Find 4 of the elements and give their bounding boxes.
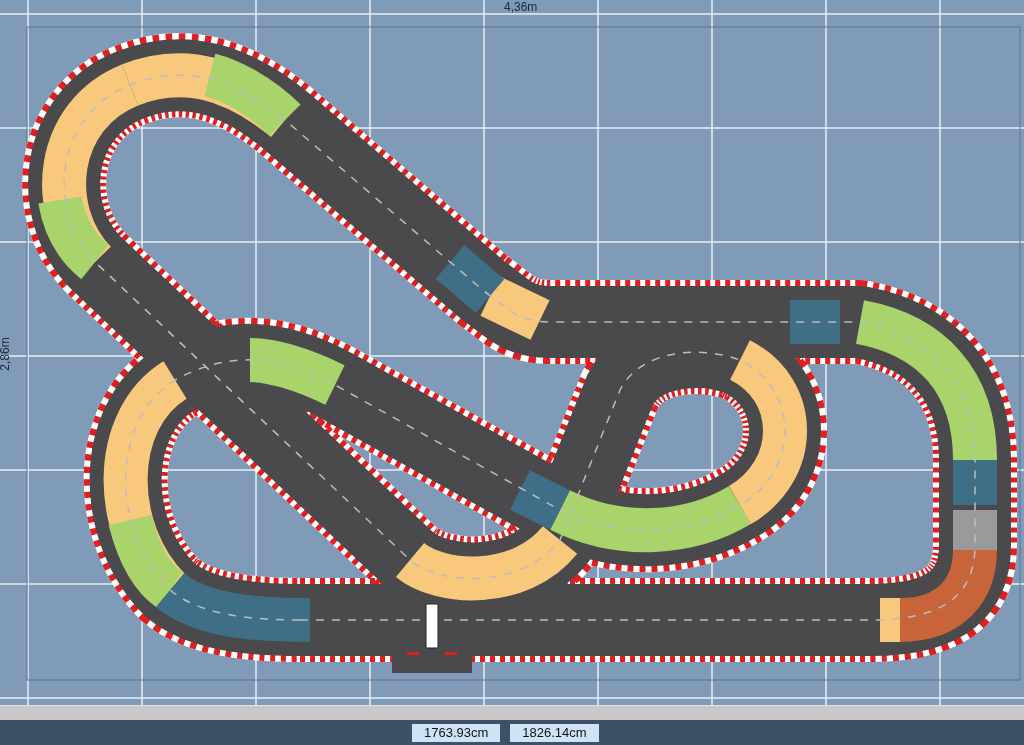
width-dimension-label: 4,36m <box>504 0 538 14</box>
measurement-field: 1826.14cm <box>510 723 599 742</box>
height-dimension-label: 2,86m <box>0 337 12 371</box>
measurement-field: 1763.93cm <box>412 723 501 742</box>
